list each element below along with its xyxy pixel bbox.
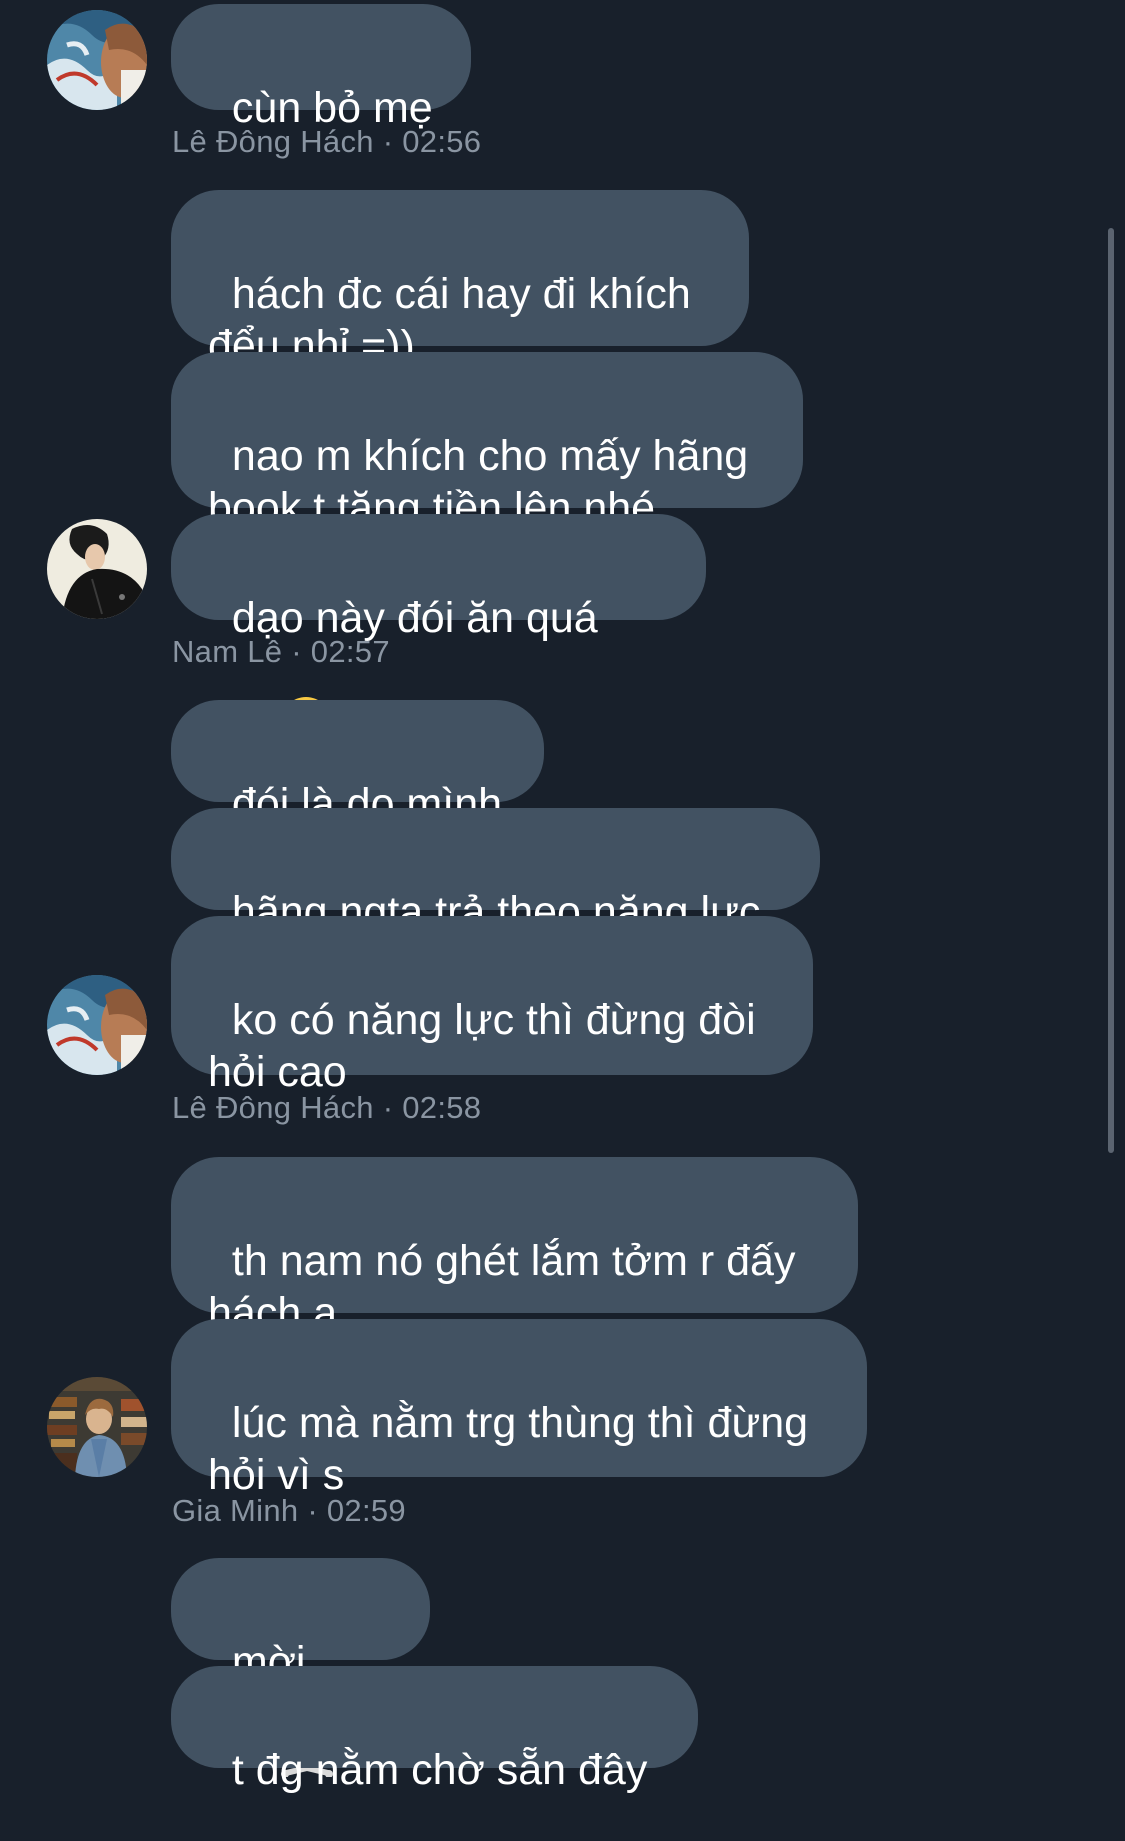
- message-bubble[interactable]: lúc mà nằm trg thùng thì đừng hỏi vì s: [171, 1319, 867, 1778]
- avatar-le-dong-hach[interactable]: [47, 10, 147, 110]
- message-bubble[interactable]: nao m khích cho mấy hãng book t tăng tiề…: [171, 352, 803, 532]
- message-bubble[interactable]: th nam nó ghét lắm tởm r đấy hách ạ: [171, 1157, 858, 1337]
- message-meta: Nam Lê · 02:57: [172, 634, 390, 669]
- avatar-nam-le[interactable]: [47, 519, 147, 619]
- message-bubble[interactable]: cùn bỏ mẹ: [171, 4, 471, 132]
- avatar-le-dong-hach[interactable]: [47, 975, 147, 1075]
- message-bubble[interactable]: dạo này đói ăn quá: [171, 514, 706, 747]
- message-bubble[interactable]: đói là do mình: [171, 700, 544, 828]
- message-meta: Gia Minh · 02:59: [172, 1493, 406, 1528]
- user-avatar-icon: [47, 519, 147, 619]
- user-avatar-icon: [47, 975, 147, 1075]
- message-bubble[interactable]: ko có năng lực thì đừng đòi hỏi cao: [171, 916, 813, 1096]
- message-text: ko có năng lực thì đừng đòi hỏi cao: [208, 996, 756, 1096]
- message-text: lúc mà nằm trg thùng thì đừng hỏi vì s: [208, 1399, 809, 1499]
- message-text: t đg nằm chờ sẵn đây: [231, 1746, 648, 1794]
- message-bubble[interactable]: t đg nằm chờ sẵn đây: [171, 1666, 698, 1794]
- avatar-gia-minh[interactable]: [47, 1377, 147, 1477]
- message-bubble[interactable]: hãng ngta trả theo năng lực: [171, 808, 820, 936]
- user-avatar-icon: [47, 1377, 147, 1477]
- scrollbar[interactable]: [1108, 228, 1114, 1153]
- user-avatar-icon: [47, 10, 147, 110]
- message-bubble[interactable]: mời luôn: [171, 1558, 430, 1738]
- message-meta: Lê Đông Hách · 02:58: [172, 1090, 482, 1125]
- message-bubble[interactable]: hách đc cái hay đi khích đểu nhỉ =)): [171, 190, 749, 370]
- message-meta: Lê Đông Hách · 02:56: [172, 124, 482, 159]
